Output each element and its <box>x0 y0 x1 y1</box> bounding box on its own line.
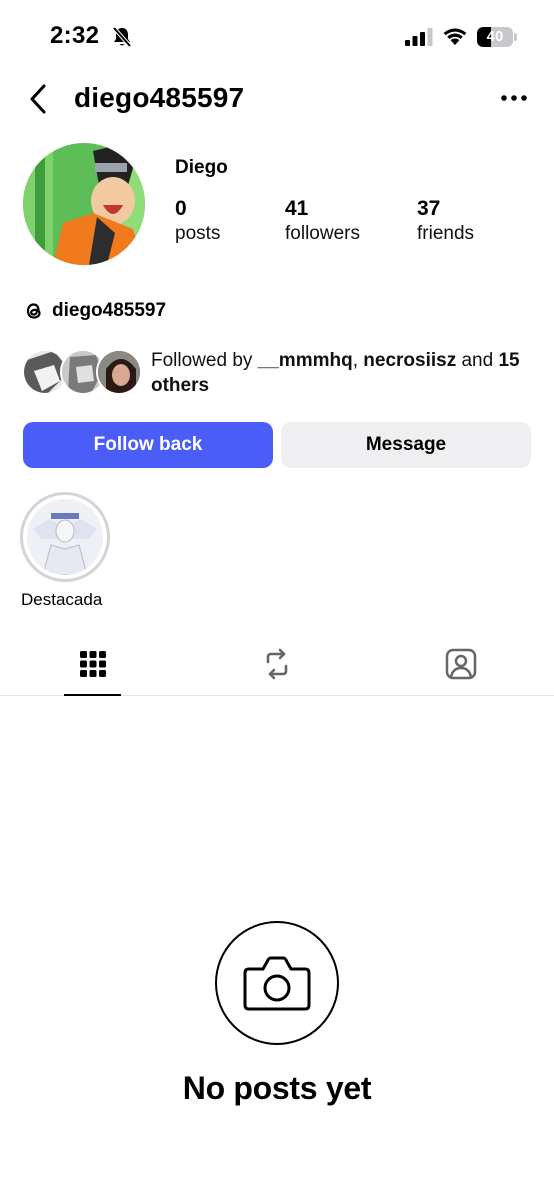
stat-followers-count: 41 <box>285 197 309 220</box>
mutual-followers-avatars[interactable] <box>22 349 142 397</box>
highlight-cover <box>27 499 103 575</box>
stat-friends-label: friends <box>417 223 475 244</box>
followed-by-user: necrosiisz <box>363 350 457 371</box>
bell-slash-icon <box>112 26 132 48</box>
threads-icon <box>26 303 41 319</box>
stat-posts-label: posts <box>175 223 221 244</box>
repost-icon <box>266 648 288 680</box>
profile-content-tabs <box>0 632 554 696</box>
profile-nav-bar: diego485597 <box>0 70 554 130</box>
empty-state-title: No posts yet <box>182 1070 372 1106</box>
message-button[interactable]: Message <box>281 422 531 468</box>
battery-indicator: 40 <box>477 27 517 47</box>
chevron-left-icon[interactable] <box>26 82 52 116</box>
active-tab-indicator <box>64 694 121 696</box>
follow-back-button[interactable]: Follow back <box>23 422 273 468</box>
highlight-label: Destacada <box>21 590 103 609</box>
stat-posts[interactable]: 0 posts <box>175 196 220 246</box>
threads-handle: diego485597 <box>52 300 167 321</box>
empty-state-camera <box>215 921 339 1045</box>
followed-by-user: __mmmhq <box>257 350 353 371</box>
profile-avatar[interactable] <box>23 143 145 265</box>
followed-by-text[interactable]: Followed by __mmmhq, necrosiisz and 15 o… <box>151 348 531 398</box>
stat-followers-label: followers <box>285 223 360 244</box>
tab-tagged[interactable] <box>401 632 521 696</box>
tab-reposts[interactable] <box>217 632 337 696</box>
mutual-avatar <box>96 349 142 395</box>
status-bar: 2:32 40 <box>0 0 554 70</box>
followed-by-separator: , <box>352 350 364 371</box>
stat-friends-count: 37 <box>417 197 441 220</box>
highlight-ring <box>20 492 110 582</box>
wifi-icon <box>443 28 467 45</box>
followed-by-prefix: Followed by <box>151 350 258 371</box>
followed-by-and: and <box>456 350 499 371</box>
profile-username-title: diego485597 <box>74 82 245 113</box>
more-horizontal-icon[interactable] <box>500 88 528 108</box>
stat-followers[interactable]: 41 followers <box>285 196 360 246</box>
camera-icon <box>243 956 311 1011</box>
stat-friends[interactable]: 37 friends <box>417 196 474 246</box>
tab-posts-grid[interactable] <box>33 632 153 696</box>
stat-posts-count: 0 <box>175 197 187 220</box>
tagged-icon <box>445 648 477 680</box>
cellular-signal-icon <box>405 28 433 46</box>
battery-level: 40 <box>486 28 504 45</box>
grid-icon <box>80 651 106 677</box>
status-time: 2:32 <box>50 22 100 49</box>
profile-display-name: Diego <box>175 157 228 178</box>
story-highlight[interactable]: Destacada <box>20 492 112 609</box>
